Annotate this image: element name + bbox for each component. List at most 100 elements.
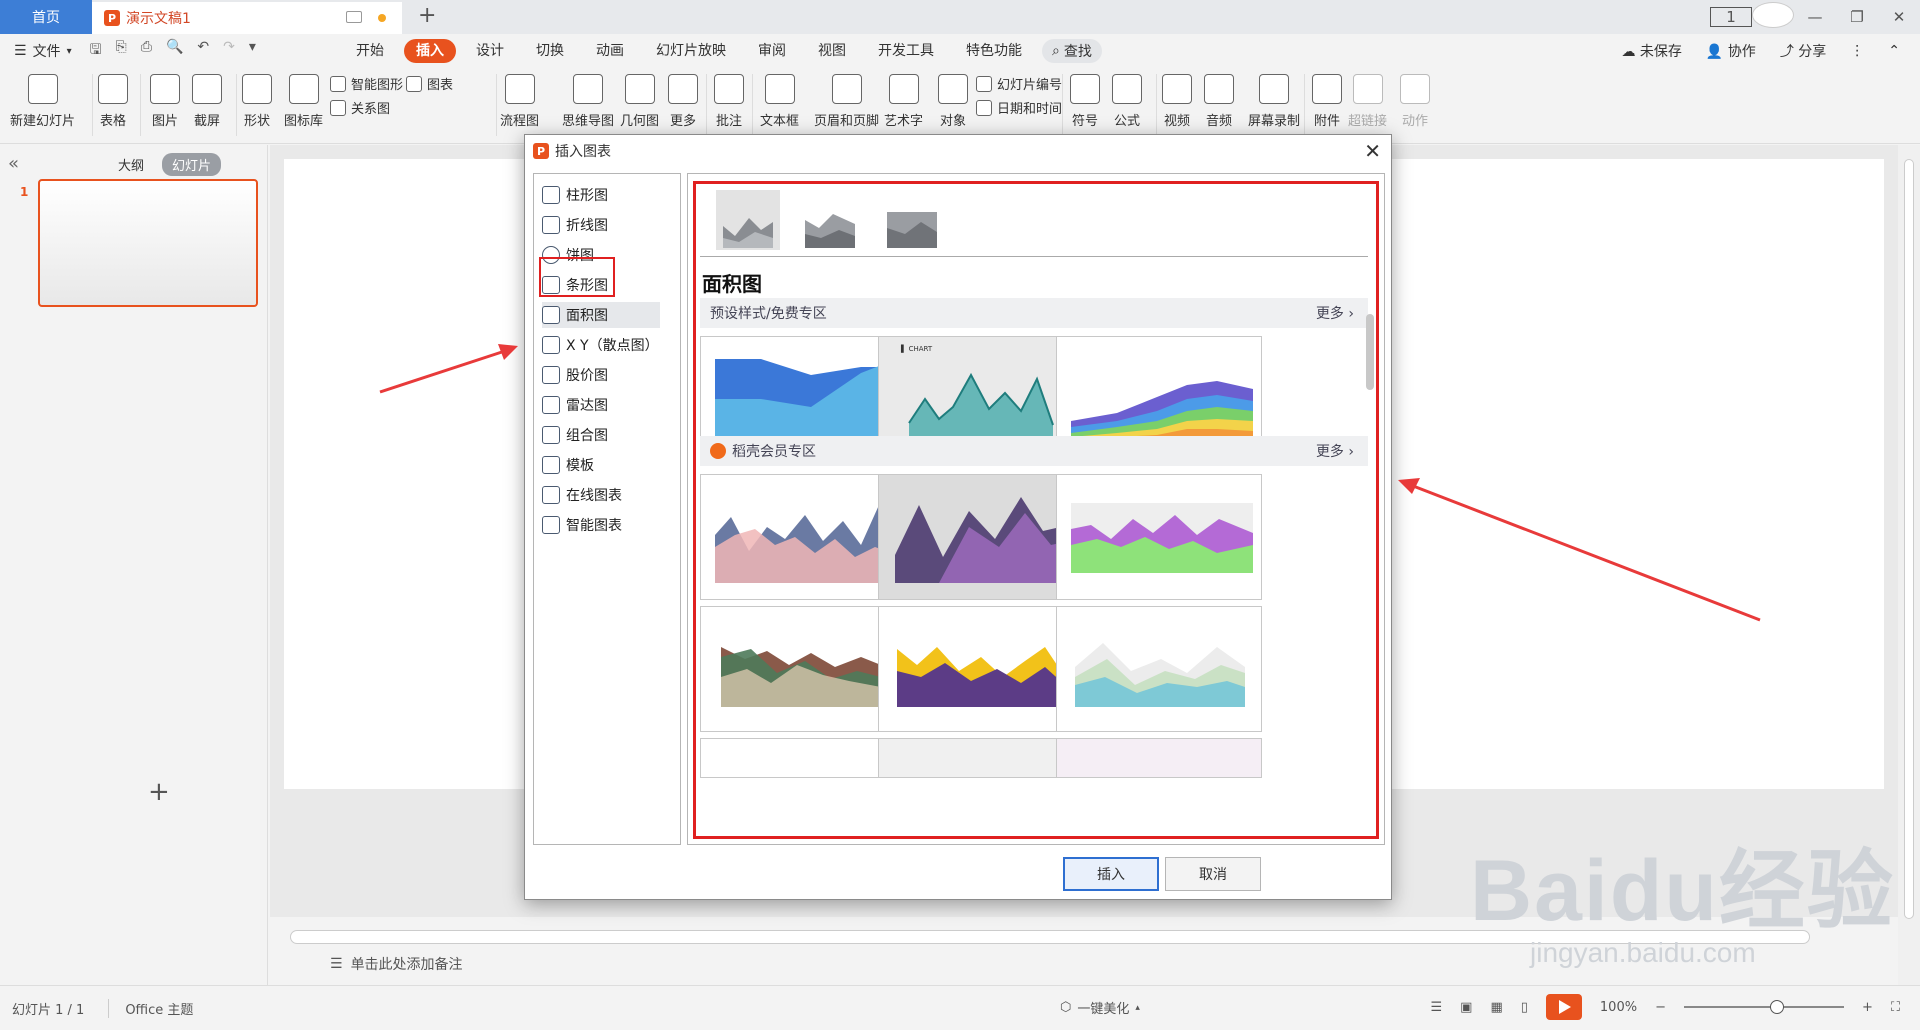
home-tab[interactable]: 首页 (0, 0, 92, 34)
tab-slides[interactable]: 幻灯片 (162, 153, 222, 176)
tab-view[interactable]: 视图 (806, 39, 858, 63)
close-icon[interactable]: ✕ (1878, 8, 1920, 26)
insert-button[interactable]: 插入 (1063, 857, 1159, 891)
undo-icon[interactable]: ↶ (197, 39, 209, 63)
cancel-button[interactable]: 取消 (1165, 857, 1261, 891)
theme-name[interactable]: Office 主题 (108, 998, 193, 1018)
beautify-button[interactable]: ⬡ 一键美化 ▴ (1060, 998, 1140, 1017)
attachment-button[interactable]: 附件 (1312, 68, 1342, 129)
search-button[interactable]: ⌕ 查找 (1042, 39, 1102, 63)
art-text-button[interactable]: 艺术字 (884, 68, 923, 129)
customize-icon[interactable]: ▾ (249, 39, 256, 63)
output-icon[interactable]: ⎘ (116, 39, 127, 63)
type-line[interactable]: 折线图 (542, 212, 672, 238)
fit-window-icon[interactable]: ⛶ (1891, 1000, 1900, 1015)
video-button[interactable]: 视频 (1162, 68, 1192, 129)
chart-button[interactable]: 图表 (406, 74, 453, 93)
comment-button[interactable]: 批注 (714, 68, 744, 129)
shape-button[interactable]: 形状 (242, 68, 272, 129)
icon-library-button[interactable]: 图标库 (284, 68, 323, 129)
play-button[interactable] (1545, 994, 1582, 1020)
flowchart-button[interactable]: 流程图 (500, 68, 539, 129)
tab-slideshow[interactable]: 幻灯片放映 (644, 39, 738, 63)
restore-icon[interactable]: ❐ (1836, 8, 1878, 26)
page-indicator[interactable]: 1 (1710, 7, 1752, 27)
formula-button[interactable]: 公式 (1112, 68, 1142, 129)
new-tab-button[interactable]: + (418, 3, 436, 28)
zoom-out-icon[interactable]: − (1655, 1000, 1666, 1015)
table-button[interactable]: 表格 (98, 68, 128, 129)
notes-toggle-icon[interactable]: ☰ (1431, 1000, 1443, 1015)
print-icon[interactable]: ⎙ (141, 39, 152, 63)
tab-review[interactable]: 审阅 (746, 39, 798, 63)
type-scatter[interactable]: X Y（散点图） (542, 332, 672, 358)
tab-animation[interactable]: 动画 (584, 39, 636, 63)
avatar-wrap[interactable] (1752, 2, 1794, 32)
type-online[interactable]: 在线图表 (542, 482, 672, 508)
collab-button[interactable]: 👤 协作 (1706, 41, 1756, 61)
hyperlink-button[interactable]: 超链接 (1348, 68, 1387, 129)
normal-view-icon[interactable]: ▣ (1460, 1000, 1472, 1015)
tab-insert[interactable]: 插入 (404, 39, 456, 63)
type-radar[interactable]: 雷达图 (542, 392, 672, 418)
screenshot-button[interactable]: 截屏 (192, 68, 222, 129)
stock-chart-icon (542, 366, 560, 384)
geometry-button[interactable]: 几何图 (620, 68, 659, 129)
smart-shape-button[interactable]: 智能图形 (330, 74, 403, 93)
slide-number-button[interactable]: 幻灯片编号 (976, 74, 1062, 93)
type-column[interactable]: 柱形图 (542, 182, 672, 208)
zoom-in-icon[interactable]: + (1862, 1000, 1873, 1015)
type-combo[interactable]: 组合图 (542, 422, 672, 448)
more-insert-button[interactable]: 更多 (668, 68, 698, 129)
date-time-button[interactable]: 日期和时间 (976, 98, 1062, 117)
tab-home[interactable]: 开始 (344, 39, 396, 63)
sorter-view-icon[interactable]: ▦ (1490, 1000, 1502, 1015)
minimize-icon[interactable]: — (1794, 8, 1836, 26)
preview-icon[interactable]: 🔍 (166, 39, 183, 63)
document-tab[interactable]: P 演示文稿1 (92, 2, 402, 34)
screen-record-button[interactable]: 屏幕录制 (1248, 68, 1300, 129)
avatar[interactable] (1752, 2, 1794, 28)
header-footer-button[interactable]: 页眉和页脚 (814, 68, 879, 129)
collapse-panel-icon[interactable]: « (8, 153, 19, 174)
zoom-level[interactable]: 100% (1600, 1000, 1637, 1015)
status-right: ☰ ▣ ▦ ▯ 100% − + ⛶ (1431, 994, 1900, 1020)
tab-transition[interactable]: 切换 (524, 39, 576, 63)
relation-button[interactable]: 关系图 (330, 98, 390, 117)
tab-outline[interactable]: 大纲 (108, 153, 154, 176)
reading-view-icon[interactable]: ▯ (1521, 1000, 1528, 1015)
type-area[interactable]: 面积图 (542, 302, 660, 328)
save-icon[interactable]: 🖫 (90, 39, 102, 63)
object-button[interactable]: 对象 (938, 68, 968, 129)
symbol-button[interactable]: 符号 (1070, 68, 1100, 129)
scrollbar-thumb[interactable] (1904, 159, 1914, 919)
unsaved-label: 未保存 (1639, 44, 1682, 60)
more-options-icon[interactable]: ⋮ (1850, 43, 1864, 59)
mindmap-button[interactable]: 思维导图 (562, 68, 614, 129)
zoom-slider-knob[interactable] (1769, 1000, 1784, 1014)
tab-special[interactable]: 特色功能 (954, 39, 1034, 63)
tab-window-icon[interactable] (346, 11, 362, 23)
action-button[interactable]: 动作 (1400, 68, 1430, 129)
tab-design[interactable]: 设计 (464, 39, 516, 63)
share-button[interactable]: ⤴ 分享 (1780, 41, 1826, 61)
slide-thumbnail[interactable] (38, 179, 258, 307)
new-slide-button[interactable]: 新建幻灯片 (10, 68, 75, 129)
type-label: 智能图表 (566, 518, 622, 534)
dialog-close-icon[interactable]: ✕ (1364, 139, 1381, 163)
unsaved-button[interactable]: ☁ 未保存 (1621, 41, 1681, 61)
type-smart[interactable]: 智能图表 (542, 512, 672, 538)
type-stock[interactable]: 股价图 (542, 362, 672, 388)
tab-developer[interactable]: 开发工具 (866, 39, 946, 63)
add-slide-button[interactable]: + (148, 777, 170, 807)
picture-button[interactable]: 图片 (150, 68, 180, 129)
type-template[interactable]: 模板 (542, 452, 672, 478)
redo-icon[interactable]: ↷ (223, 39, 235, 63)
audio-button[interactable]: 音频 (1204, 68, 1234, 129)
textbox-button[interactable]: 文本框 (760, 68, 799, 129)
search-label: 查找 (1063, 44, 1092, 60)
vertical-scrollbar[interactable] (1898, 145, 1920, 985)
collapse-ribbon-icon[interactable]: ⌃ (1888, 43, 1900, 59)
file-menu[interactable]: ☰ 文件 ▾ (14, 41, 72, 61)
zoom-slider[interactable] (1683, 1000, 1844, 1014)
